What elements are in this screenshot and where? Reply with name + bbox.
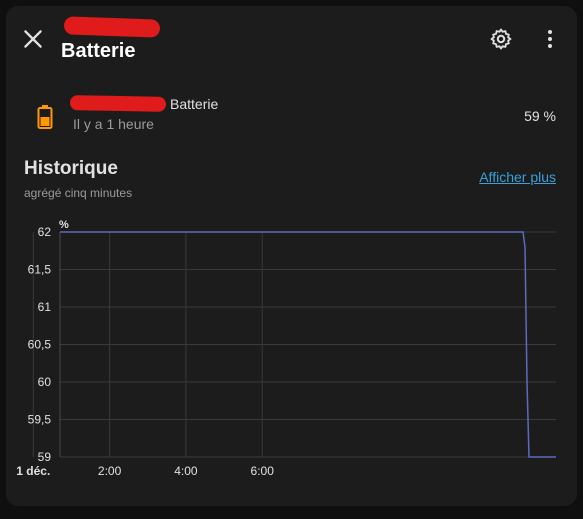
dots-vertical-icon xyxy=(548,30,552,48)
history-title: Historique xyxy=(24,158,118,179)
close-icon xyxy=(24,30,42,48)
more-options-button[interactable] xyxy=(538,27,562,51)
gear-icon xyxy=(490,28,512,50)
settings-button[interactable] xyxy=(489,27,513,51)
dialog-title: Batterie xyxy=(61,40,136,62)
show-more-link[interactable]: Afficher plus xyxy=(479,169,556,185)
history-subtitle: agrégé cinq minutes xyxy=(24,186,133,200)
entity-name: Batterie xyxy=(170,96,219,112)
more-info-dialog: Batterie Batterie Il y a 1 heure 59 % Hi… xyxy=(6,6,577,506)
redaction-mark xyxy=(63,16,161,38)
close-button[interactable] xyxy=(20,26,46,52)
entity-state-value: 59 % xyxy=(524,108,556,124)
redaction-mark xyxy=(69,95,167,112)
entity-last-changed: Il y a 1 heure xyxy=(73,116,154,132)
battery-icon xyxy=(37,105,53,129)
entity-row[interactable]: Batterie Il y a 1 heure 59 % xyxy=(6,92,577,142)
